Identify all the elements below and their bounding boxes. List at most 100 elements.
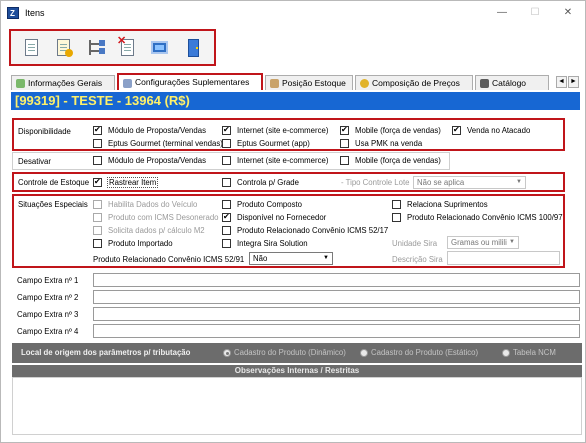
unidade-sira-select[interactable]: Gramas ou milili ▼ [447,236,519,249]
controle-estoque-section: Controle de Estoque Rastrear Item Contro… [12,172,565,192]
produto-composto-checkbox[interactable] [222,200,231,209]
icms-desonerado-checkbox[interactable] [93,213,102,222]
disp-modulo-proposta-checkbox[interactable] [93,125,102,135]
campo-extra-label: Campo Extra nº 4 [17,327,79,336]
disp-eptus-app-checkbox[interactable] [222,139,231,148]
app-logo-icon: Z [7,7,19,19]
observacoes-textarea[interactable] [12,377,582,435]
tab-label: Posição Estoque [282,78,346,88]
tipo-controle-lote-select[interactable]: Não se aplica ▼ [413,176,526,189]
minimize-button[interactable]: — [487,5,517,21]
tab-composicao-precos[interactable]: Composição de Preços [355,75,473,90]
campo-extra-label: Campo Extra nº 3 [17,310,79,319]
tab-label: Informações Gerais [28,78,103,88]
photo-icon [151,41,168,54]
maximize-button[interactable]: ☐ [520,5,550,21]
tree-icon [89,40,105,55]
checkbox-label: Solicita dados p/ cálculo M2 [108,226,205,235]
catalog-tab-icon [480,79,489,88]
produto-importado-checkbox[interactable] [93,239,102,248]
checkbox-label: Módulo de Proposta/Vendas [108,156,206,165]
exit-button[interactable] [183,37,205,59]
new-document-icon [25,39,38,56]
disp-usa-pmk-checkbox[interactable] [340,139,349,148]
convenio-52-17-checkbox[interactable] [222,226,231,235]
checkbox-label: Internet (site e-commerce) [237,126,329,135]
new-document-button[interactable] [21,37,43,59]
observacoes-label: Observações Internas / Restritas [234,366,360,375]
tab-label: Catálogo [492,78,527,88]
checkbox-label: Produto Importado [108,239,173,248]
campo-extra-label: Campo Extra nº 2 [17,293,79,302]
tools-tab-icon [123,79,132,88]
campo-extra-2-input[interactable] [93,290,580,304]
checkbox-label: Venda no Atacado [467,126,531,135]
campo-extra-1-input[interactable] [93,273,580,287]
tab-configuracoes-suplementares[interactable]: Configurações Suplementares [117,73,263,90]
disp-mobile-checkbox[interactable] [340,125,349,135]
radio-label: Cadastro do Produto (Dinâmico) [234,348,346,357]
checkbox-label: Produto Composto [237,200,303,209]
campo-extra-label: Campo Extra nº 1 [17,276,79,285]
delete-x-icon: ✕ [117,35,127,47]
checkbox-label: Rastrear Item [107,177,159,188]
checkbox-label: Integra Sira Solution [237,239,308,248]
campo-extra-3-input[interactable] [93,307,580,321]
close-button[interactable]: ✕ [553,5,583,21]
window-title: Itens [25,8,45,18]
item-header-banner: [99319] - TESTE - 13964 (R$) [11,92,580,110]
checkbox-label: Controla p/ Grade [237,178,299,187]
solicita-dados-m2-checkbox[interactable] [93,226,102,235]
chevron-down-icon: ▼ [516,179,522,185]
convenio-52-91-select[interactable]: Não ▼ [249,252,333,265]
tipo-controle-lote-label: - Tipo Controle Lote [341,178,410,187]
disponibilidade-section: Disponibilidade Módulo de Proposta/Venda… [12,118,565,151]
disponibilidade-label: Disponibilidade [18,127,71,136]
stock-tab-icon [270,79,279,88]
tab-informacoes-gerais[interactable]: Informações Gerais [11,75,115,90]
disp-eptus-terminal-checkbox[interactable] [93,139,102,148]
descricao-sira-input[interactable] [447,251,560,265]
checkbox-label: Disponível no Fornecedor [237,213,327,222]
chevron-down-icon: ▼ [323,255,329,261]
desat-mobile-checkbox[interactable] [340,156,349,165]
observacoes-bar[interactable]: Observações Internas / Restritas [12,365,582,377]
tributacao-ncm-radio[interactable] [502,349,510,357]
select-value: Gramas ou milili [451,238,507,247]
controla-grade-checkbox[interactable] [222,178,231,187]
edit-badge-icon [65,49,73,57]
integra-sira-checkbox[interactable] [222,239,231,248]
convenio-100-97-checkbox[interactable] [392,213,401,222]
chevron-down-icon: ▼ [509,239,515,245]
habilita-dados-veiculo-checkbox[interactable] [93,200,102,209]
select-value: Não se aplica [417,178,465,187]
disponivel-fornecedor-checkbox[interactable] [222,212,231,222]
desat-modulo-proposta-checkbox[interactable] [93,156,102,165]
item-window: Z Itens — ☐ ✕ ✕ Informações Gerais Confi… [0,0,586,443]
photo-button[interactable] [149,37,171,59]
tab-scroll-left-button[interactable]: ◄ [556,76,567,88]
tab-catalogo[interactable]: Catálogo [475,75,549,90]
checkbox-label: Produto Relacionado Convênio ICMS 52/17 [237,226,389,235]
disp-internet-checkbox[interactable] [222,125,231,135]
tributacao-estatico-radio[interactable] [360,349,368,357]
campo-extra-4-input[interactable] [93,324,580,338]
descricao-sira-label: Descrição Sira [392,255,443,264]
tributacao-dinamico-radio[interactable] [223,349,231,357]
tree-button[interactable] [85,37,107,59]
tributacao-bar: Local de origem dos parâmetros p/ tribut… [12,343,582,363]
exit-door-icon [188,39,199,57]
rastrear-item-checkbox[interactable] [93,177,102,187]
relaciona-suprimentos-checkbox[interactable] [392,200,401,209]
desat-internet-checkbox[interactable] [222,156,231,165]
situacoes-especiais-label: Situações Especiais [18,200,88,209]
tab-posicao-estoque[interactable]: Posição Estoque [265,75,353,90]
tab-bar: Informações Gerais Configurações Supleme… [9,73,581,90]
checkbox-label: Eptus Gourmet (terminal vendas) [108,139,223,148]
edit-document-button[interactable] [53,37,75,59]
checkbox-label: Eptus Gourmet (app) [237,139,310,148]
tab-scroll-right-button[interactable]: ► [568,76,579,88]
delete-document-button[interactable]: ✕ [117,35,139,59]
disp-venda-atacado-checkbox[interactable] [452,125,461,135]
situacoes-especiais-section: Situações Especiais Habilita Dados do Ve… [12,194,565,268]
